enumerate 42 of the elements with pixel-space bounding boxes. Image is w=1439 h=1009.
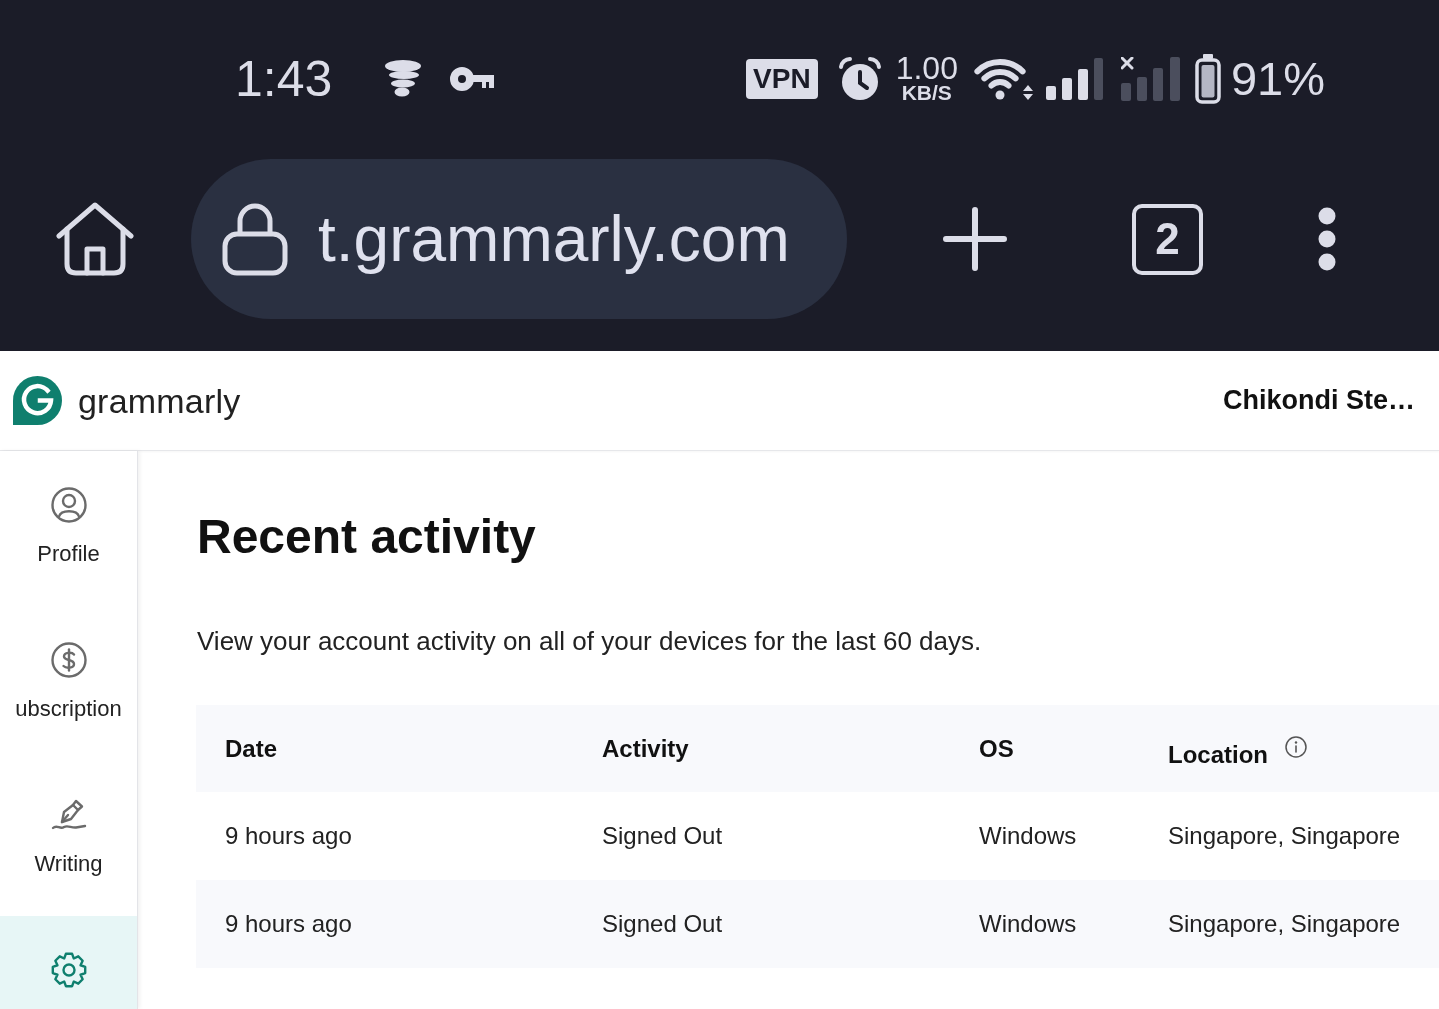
menu-icon[interactable] <box>1318 207 1336 271</box>
table-cell: Signed Out <box>602 822 723 849</box>
clock-time: 1:43 <box>235 53 333 104</box>
table-cell: 9 hours ago <box>225 910 352 937</box>
page-description: View your account activity on all of your devices for the last 60 days. <box>197 625 983 657</box>
sidebar-item[interactable]: Writing <box>0 761 137 916</box>
tab-switcher-button[interactable]: 2 <box>1132 203 1203 275</box>
logo-icon[interactable] <box>13 376 62 425</box>
sidebar-item[interactable]: Profile <box>0 451 137 606</box>
dollar-icon <box>50 642 87 678</box>
battery-icon <box>1194 53 1221 104</box>
brand-name[interactable]: grammarly <box>78 383 241 418</box>
column-header: OS <box>979 733 1014 764</box>
vpn-badge: VPN <box>746 58 818 99</box>
profile-icon <box>50 487 87 523</box>
user-name[interactable]: Chikondi Ste… <box>1223 387 1415 414</box>
column-header: Location <box>1168 739 1268 770</box>
no-signal-icon <box>1120 56 1180 101</box>
column-header: Activity <box>602 733 689 764</box>
new-tab-icon[interactable] <box>943 207 1007 271</box>
table-cell: Singapore, Singapore <box>1168 910 1401 937</box>
battery-percent: 91% <box>1230 55 1325 102</box>
column-header: Date <box>225 733 278 764</box>
table-cell: Windows <box>979 910 1077 937</box>
table-cell: 9 hours ago <box>225 822 352 849</box>
page-title: Recent activity <box>197 509 537 565</box>
settings-icon <box>50 952 87 988</box>
network-speed-unit: KB/S <box>901 81 952 104</box>
info-icon[interactable] <box>1285 735 1307 758</box>
table-cell: Signed Out <box>602 910 723 937</box>
sidebar-item[interactable]: ubscription <box>0 606 137 761</box>
table-cell: Singapore, Singapore <box>1168 822 1401 849</box>
address-bar[interactable]: t.grammarly.com <box>191 159 847 319</box>
signal-icon <box>1045 57 1103 100</box>
key-icon <box>450 65 495 92</box>
lock-icon <box>222 202 288 276</box>
network-speed: 1.00 <box>895 53 958 82</box>
table-cell: Windows <box>979 822 1077 849</box>
alarm-clock-icon <box>837 55 882 102</box>
url-text: t.grammarly.com <box>318 202 790 277</box>
home-icon[interactable] <box>55 202 135 276</box>
swirl-icon <box>384 59 423 98</box>
